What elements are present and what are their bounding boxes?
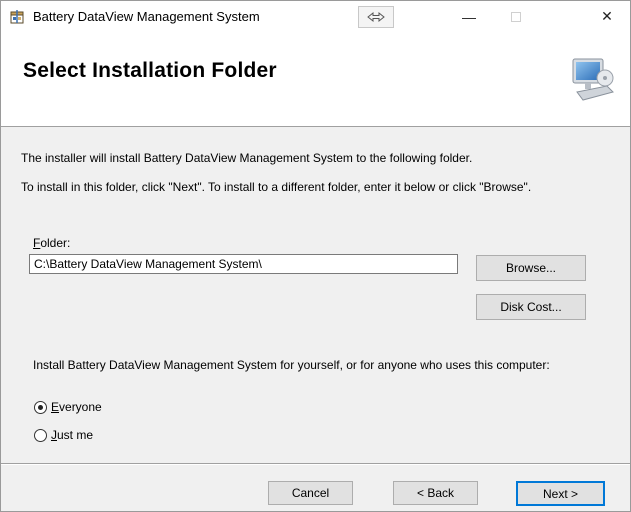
radio-just-me[interactable] [34,429,47,442]
intro-text-line2: To install in this folder, click "Next".… [21,180,532,194]
install-for-prompt: Install Battery DataView Management Syst… [33,358,550,372]
just-me-label-rest: ust me [57,428,94,442]
radio-everyone-label[interactable]: Everyone [51,400,102,414]
disk-cost-button[interactable]: Disk Cost... [476,294,586,320]
folder-label: Folder: [33,236,70,250]
maximize-icon [511,11,521,22]
installer-window: Battery DataView Management System — ✕ S… [0,0,631,512]
radio-selected-dot [38,405,43,410]
maximize-button [493,1,539,32]
minimize-button[interactable]: — [446,1,492,32]
window-title: Battery DataView Management System [33,9,260,24]
back-button[interactable]: < Back [393,481,478,505]
title-bar[interactable]: Battery DataView Management System — ✕ [1,1,630,32]
intro-text-line1: The installer will install Battery DataV… [21,151,473,165]
everyone-mnemonic: E [51,400,60,414]
footer-divider-highlight [1,464,630,465]
resize-arrows-icon[interactable] [358,6,394,28]
installer-package-icon [10,10,24,24]
close-button[interactable]: ✕ [584,1,630,32]
everyone-label-rest: veryone [59,400,102,414]
radio-just-me-label[interactable]: Just me [51,428,93,442]
computer-icon [572,58,614,101]
minimize-icon: — [462,8,476,25]
folder-label-rest: older: [40,236,71,250]
browse-button[interactable]: Browse... [476,255,586,281]
cancel-button[interactable]: Cancel [268,481,353,505]
header-banner: Select Installation Folder [1,32,630,127]
page-title: Select Installation Folder [23,59,277,82]
radio-everyone[interactable] [34,401,47,414]
folder-path-input[interactable] [29,254,458,274]
next-button[interactable]: Next > [516,481,605,506]
close-icon: ✕ [601,8,613,24]
